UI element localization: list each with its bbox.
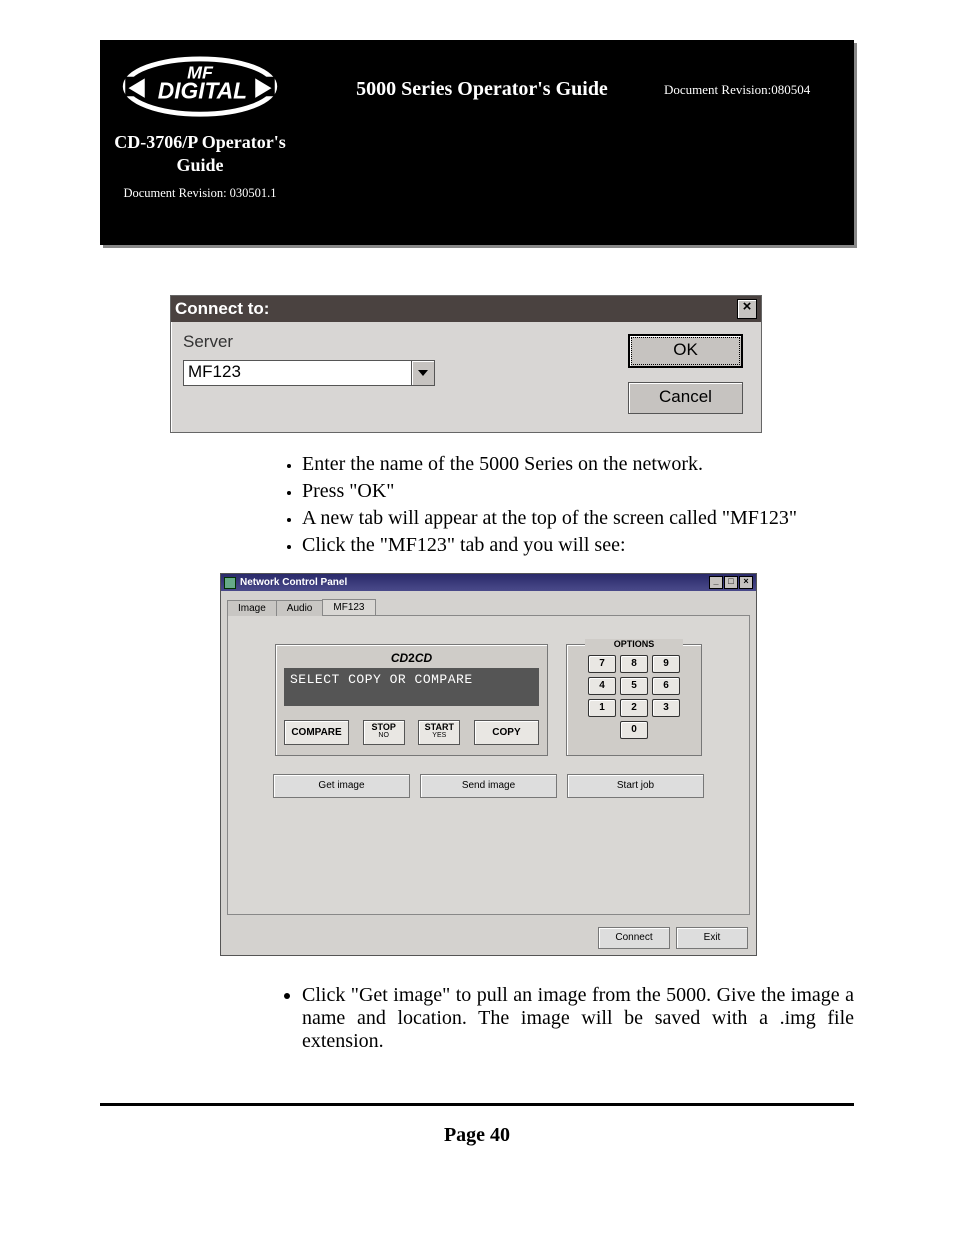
action-button-row: Get image Send image Start job bbox=[242, 774, 735, 798]
page-number: Page 40 bbox=[0, 1124, 954, 1177]
tab-strip: Image Audio MF123 bbox=[227, 599, 750, 615]
key-1[interactable]: 1 bbox=[588, 699, 616, 717]
dialog-buttons: OK Cancel bbox=[628, 332, 743, 414]
instruction-list-2: Click "Get image" to pull an image from … bbox=[280, 984, 854, 1053]
copy-button[interactable]: COPY bbox=[474, 720, 539, 745]
ncp-title-text: Network Control Panel bbox=[240, 577, 347, 588]
key-7[interactable]: 7 bbox=[588, 655, 616, 673]
list-item: A new tab will appear at the top of the … bbox=[302, 505, 854, 532]
connect-button[interactable]: Connect bbox=[598, 927, 670, 949]
keypad: 7 8 9 4 5 6 1 2 3 0 bbox=[575, 655, 693, 739]
close-icon: × bbox=[743, 298, 752, 315]
network-control-panel-window: Network Control Panel _ □ × Image Audio … bbox=[220, 573, 757, 956]
key-4[interactable]: 4 bbox=[588, 677, 616, 695]
list-item: Click "Get image" to pull an image from … bbox=[302, 984, 854, 1053]
ncp-titlebar: Network Control Panel _ □ × bbox=[221, 574, 756, 591]
footer-rule bbox=[100, 1103, 854, 1106]
close-icon: × bbox=[743, 576, 748, 586]
tab-mf123[interactable]: MF123 bbox=[322, 599, 375, 615]
key-9[interactable]: 9 bbox=[652, 655, 680, 673]
key-6[interactable]: 6 bbox=[652, 677, 680, 695]
list-item: Click the "MF123" tab and you will see: bbox=[302, 532, 854, 559]
lcd-panel: CD2CD SELECT COPY OR COMPARE COMPARE STO… bbox=[275, 644, 548, 756]
tab-image[interactable]: Image bbox=[227, 600, 277, 616]
document-page: MF DIGITAL CD-3706/P Operator's Guide Do… bbox=[0, 40, 954, 1177]
server-combobox[interactable]: MF123 bbox=[183, 360, 435, 386]
panels-row: CD2CD SELECT COPY OR COMPARE COMPARE STO… bbox=[242, 644, 735, 756]
lcd-button-row: COMPARE STOP NO START YES COPY bbox=[284, 720, 539, 745]
instruction-list-1: Enter the name of the 5000 Series on the… bbox=[280, 451, 854, 559]
chevron-down-icon bbox=[418, 370, 428, 376]
server-input[interactable]: MF123 bbox=[184, 361, 411, 385]
lcd-brand-label: CD2CD bbox=[284, 651, 539, 665]
list-item: Press "OK" bbox=[302, 478, 854, 505]
lcd-text: SELECT COPY OR COMPARE bbox=[290, 672, 533, 687]
slash-icon: 2 bbox=[408, 651, 415, 665]
start-button[interactable]: START YES bbox=[418, 720, 460, 745]
cancel-button[interactable]: Cancel bbox=[628, 382, 743, 414]
dialog-body: Server MF123 OK Cancel bbox=[171, 322, 761, 432]
key-5[interactable]: 5 bbox=[620, 677, 648, 695]
minimize-icon: _ bbox=[713, 576, 718, 586]
exit-button[interactable]: Exit bbox=[676, 927, 748, 949]
header-banner: MF DIGITAL CD-3706/P Operator's Guide Do… bbox=[100, 40, 854, 245]
app-icon bbox=[224, 577, 236, 589]
get-image-button[interactable]: Get image bbox=[273, 774, 410, 798]
stop-button[interactable]: STOP NO bbox=[363, 720, 405, 745]
lcd-screen: SELECT COPY OR COMPARE bbox=[284, 668, 539, 706]
svg-text:DIGITAL: DIGITAL bbox=[158, 78, 247, 104]
center-doc-title: 5000 Series Operator's Guide bbox=[300, 40, 664, 101]
server-dropdown-button[interactable] bbox=[411, 361, 434, 385]
options-title: OPTIONS bbox=[585, 639, 683, 649]
maximize-icon: □ bbox=[728, 576, 733, 586]
tab-panel: CD2CD SELECT COPY OR COMPARE COMPARE STO… bbox=[227, 615, 750, 915]
key-8[interactable]: 8 bbox=[620, 655, 648, 673]
dialog-titlebar: Connect to: × bbox=[171, 296, 761, 322]
left-doc-title: CD-3706/P Operator's Guide bbox=[100, 131, 300, 176]
connect-dialog: Connect to: × Server MF123 OK Cancel bbox=[170, 295, 762, 433]
close-button[interactable]: × bbox=[739, 576, 753, 589]
left-doc-revision: Document Revision: 030501.1 bbox=[100, 186, 300, 201]
key-3[interactable]: 3 bbox=[652, 699, 680, 717]
ok-button[interactable]: OK bbox=[628, 334, 743, 368]
tab-audio[interactable]: Audio bbox=[276, 600, 324, 616]
header-left: MF DIGITAL CD-3706/P Operator's Guide Do… bbox=[100, 40, 300, 201]
ncp-body: Image Audio MF123 CD2CD SELECT COPY OR C… bbox=[221, 591, 756, 921]
start-job-button[interactable]: Start job bbox=[567, 774, 704, 798]
key-2[interactable]: 2 bbox=[620, 699, 648, 717]
mf-digital-logo: MF DIGITAL bbox=[100, 48, 300, 125]
compare-button[interactable]: COMPARE bbox=[284, 720, 349, 745]
ncp-footer: Connect Exit bbox=[221, 921, 756, 955]
minimize-button[interactable]: _ bbox=[709, 576, 723, 589]
dialog-title-text: Connect to: bbox=[175, 299, 269, 319]
options-panel: OPTIONS 7 8 9 4 5 6 1 2 3 0 bbox=[566, 644, 702, 756]
window-controls: _ □ × bbox=[709, 576, 753, 589]
list-item: Enter the name of the 5000 Series on the… bbox=[302, 451, 854, 478]
dialog-form: Server MF123 bbox=[183, 332, 628, 414]
server-label: Server bbox=[183, 332, 628, 352]
key-0[interactable]: 0 bbox=[620, 721, 648, 739]
send-image-button[interactable]: Send image bbox=[420, 774, 557, 798]
right-doc-revision: Document Revision:080504 bbox=[664, 40, 854, 98]
dialog-close-button[interactable]: × bbox=[737, 299, 757, 319]
maximize-button[interactable]: □ bbox=[724, 576, 738, 589]
